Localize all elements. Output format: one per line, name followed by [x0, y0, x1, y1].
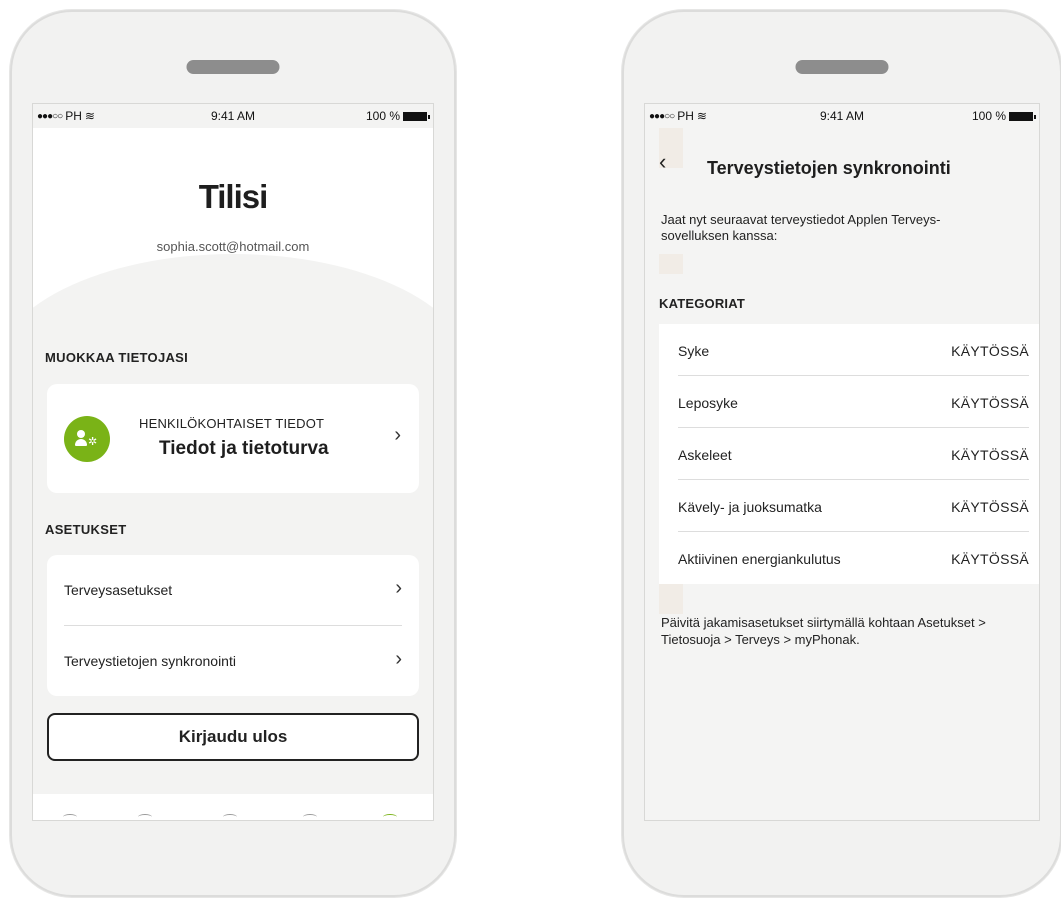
- carrier-label: PH: [65, 109, 82, 123]
- phone-frame-account: ●●●○○ PH ≋ 9:41 AM 100 % Tilisi sophia.s…: [10, 10, 456, 897]
- category-name: Kävely- ja juoksumatka: [678, 499, 822, 515]
- list-item: Kävely- ja juoksumatka KÄYTÖSSÄ: [678, 480, 1029, 532]
- phone-frame-health-sync: ●●●○○ PH ≋ 9:41 AM 100 % ‹ Terveystietoj…: [622, 10, 1061, 897]
- page-title: Tilisi: [198, 178, 269, 215]
- logout-button[interactable]: Kirjaudu ulos: [47, 713, 419, 761]
- settings-item-label: Terveystietojen synkronointi: [64, 653, 236, 669]
- list-item: Aktiivinen energiankulutus KÄYTÖSSÄ: [678, 532, 1029, 584]
- carrier-label: PH: [677, 109, 694, 123]
- category-name: Aktiivinen energiankulutus: [678, 551, 841, 567]
- category-name: Syke: [678, 343, 710, 359]
- settings-item-health-sync[interactable]: Terveystietojen synkronointi ›: [64, 626, 402, 696]
- intro-text: Jaat nyt seuraavat terveystiedot Applen …: [661, 212, 941, 243]
- category-name: Leposyke: [678, 395, 738, 411]
- account-screen: ●●●○○ PH ≋ 9:41 AM 100 % Tilisi sophia.s…: [32, 103, 434, 821]
- settings-item-health[interactable]: Terveysasetukset ›: [64, 555, 402, 625]
- decorative-stripe: [659, 254, 683, 274]
- category-status: KÄYTÖSSÄ: [951, 551, 1029, 567]
- battery-icon: [1009, 111, 1036, 121]
- phone-speaker: [186, 60, 280, 74]
- tab-support-icon[interactable]: [303, 814, 317, 820]
- wifi-icon: ≋: [84, 109, 95, 123]
- page-title: Terveystietojen synkronointi: [707, 158, 951, 178]
- footer-note: Päivitä jakamisasetukset siirtymällä koh…: [661, 615, 986, 647]
- battery-icon: [403, 111, 430, 121]
- chevron-right-icon: ›: [395, 648, 402, 670]
- status-time: 9:41 AM: [210, 109, 256, 123]
- signal-icon: ●●●○○: [37, 110, 63, 122]
- list-item: Askeleet KÄYTÖSSÄ: [678, 428, 1029, 480]
- list-item: Syke KÄYTÖSSÄ: [678, 324, 1029, 376]
- categories-label: KATEGORIAT: [659, 296, 746, 311]
- profile-card-subtitle: HENKILÖKOHTAISET TIEDOT: [139, 416, 325, 431]
- status-time: 9:41 AM: [819, 109, 865, 123]
- phone-speaker: [795, 60, 889, 74]
- battery-label: 100 %: [365, 109, 400, 123]
- signal-icon: ●●●○○: [649, 110, 675, 122]
- edit-section-label: MUOKKAA TIETOJASI: [45, 350, 189, 365]
- profile-card[interactable]: ✲ HENKILÖKOHTAISET TIEDOT Tiedot ja tiet…: [47, 384, 419, 493]
- tab-devices-icon[interactable]: [138, 814, 152, 820]
- status-bar: ●●●○○ PH ≋ 9:41 AM 100 %: [33, 104, 433, 128]
- settings-item-label: Terveysasetukset: [64, 582, 173, 598]
- category-status: KÄYTÖSSÄ: [951, 395, 1029, 411]
- chevron-right-icon: ›: [395, 577, 402, 599]
- chevron-right-icon: ›: [394, 424, 401, 446]
- settings-card: Terveysasetukset › Terveystietojen synkr…: [47, 555, 419, 696]
- wifi-icon: ≋: [696, 109, 707, 123]
- category-name: Askeleet: [678, 447, 732, 463]
- tab-account-icon[interactable]: [383, 814, 397, 820]
- category-status: KÄYTÖSSÄ: [951, 343, 1029, 359]
- tab-remote-icon[interactable]: [223, 814, 237, 820]
- category-status: KÄYTÖSSÄ: [951, 499, 1029, 515]
- battery-label: 100 %: [971, 109, 1006, 123]
- back-chevron-icon[interactable]: ‹: [659, 149, 666, 175]
- profile-card-title: Tiedot ja tietoturva: [159, 438, 329, 459]
- tab-bar: [33, 794, 433, 820]
- list-item: Leposyke KÄYTÖSSÄ: [678, 376, 1029, 428]
- category-status: KÄYTÖSSÄ: [951, 447, 1029, 463]
- settings-section-label: ASETUKSET: [45, 522, 127, 537]
- categories-list: Syke KÄYTÖSSÄ Leposyke KÄYTÖSSÄ Askeleet…: [659, 324, 1039, 584]
- account-email: sophia.scott@hotmail.com: [156, 239, 310, 254]
- decorative-stripe: [659, 584, 683, 614]
- status-bar: ●●●○○ PH ≋ 9:41 AM 100 %: [645, 104, 1039, 128]
- health-sync-screen: ●●●○○ PH ≋ 9:41 AM 100 % ‹ Terveystietoj…: [644, 103, 1040, 821]
- tab-home-icon[interactable]: [63, 814, 77, 820]
- user-gear-icon: ✲: [64, 416, 110, 462]
